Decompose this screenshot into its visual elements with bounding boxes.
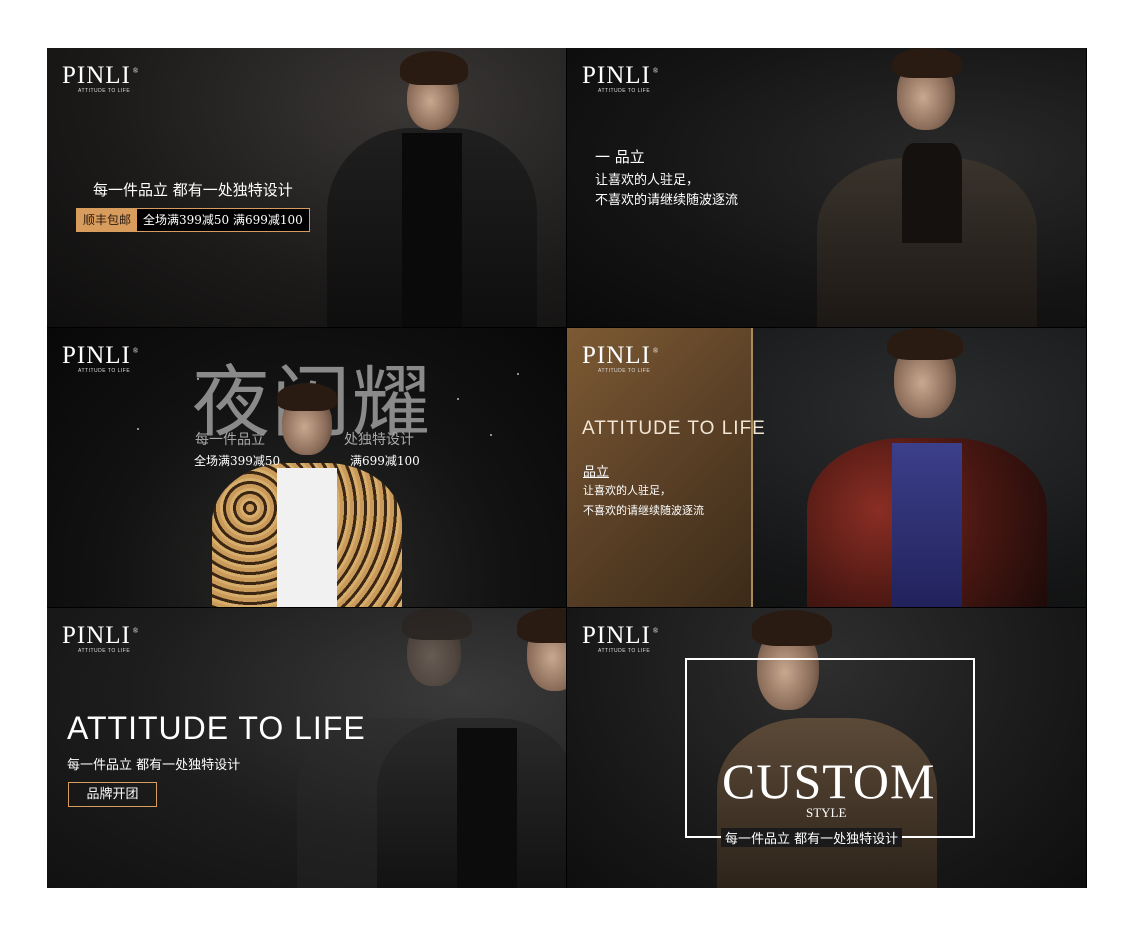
panel4-line1: 品立 bbox=[583, 465, 610, 480]
panel6-subtitle: 每一件品立 都有一处独特设计 bbox=[721, 828, 903, 847]
pinli-logo: PINLI ® ATTITUDE TO LIFE bbox=[582, 62, 659, 94]
model-figure bbox=[317, 48, 547, 327]
panel2-line3: 不喜欢的请继续随波逐流 bbox=[595, 193, 739, 208]
panel2-line2: 让喜欢的人驻足， bbox=[595, 173, 700, 188]
model-figure bbox=[807, 48, 1047, 327]
panel3-promo-left: 全场满399减50 bbox=[194, 454, 281, 468]
banner-grid: PINLI ® ATTITUDE TO LIFE 每一件品立 都有一处独特设计 顺… bbox=[47, 48, 1087, 888]
pinli-logo: PINLI ® ATTITUDE TO LIFE bbox=[62, 62, 139, 94]
promo-badge[interactable]: 顺丰包邮 全场满399减50 满699减100 bbox=[76, 208, 310, 232]
model-figure bbox=[797, 328, 1057, 607]
star-sparkle bbox=[517, 373, 519, 375]
banner-panel-6[interactable]: PINLI ® ATTITUDE TO LIFE CUSTOM STYLE 每一件… bbox=[567, 608, 1086, 888]
panel5-title: ATTITUDE TO LIFE bbox=[67, 710, 366, 746]
pinli-logo: PINLI ® ATTITUDE TO LIFE bbox=[582, 342, 659, 374]
panel4-line2: 让喜欢的人驻足， bbox=[583, 484, 671, 497]
group-buy-button[interactable]: 品牌开团 bbox=[68, 782, 157, 807]
banner-panel-3[interactable]: PINLI® ATTITUDE TO LIFE 夜闪耀 每一件品立 处独特设计 … bbox=[47, 328, 566, 607]
star-sparkle bbox=[490, 434, 492, 436]
banner-panel-2[interactable]: PINLI ® ATTITUDE TO LIFE 一 品立 让喜欢的人驻足， 不喜… bbox=[567, 48, 1086, 327]
discount-label: 全场满399减50 满699减100 bbox=[137, 209, 309, 231]
banner-panel-4[interactable]: PINLI ® ATTITUDE TO LIFE ATTITUDE TO LIFE… bbox=[567, 328, 1086, 607]
model-figure bbox=[377, 608, 566, 888]
panel2-line1: 一 品立 bbox=[595, 148, 645, 166]
banner-panel-1[interactable]: PINLI ® ATTITUDE TO LIFE 每一件品立 都有一处独特设计 顺… bbox=[47, 48, 566, 327]
star-sparkle bbox=[137, 428, 139, 430]
panel3-sub-right: 处独特设计 bbox=[344, 432, 414, 448]
panel4-line3: 不喜欢的请继续随波逐流 bbox=[583, 504, 704, 517]
pinli-logo: PINLI ® ATTITUDE TO LIFE bbox=[582, 622, 659, 654]
model-figure bbox=[207, 383, 407, 607]
panel5-subtitle: 每一件品立 都有一处独特设计 bbox=[67, 758, 241, 773]
star-sparkle bbox=[457, 398, 459, 400]
panel3-promo-right: 满699减100 bbox=[350, 454, 420, 468]
shipping-label: 顺丰包邮 bbox=[77, 209, 138, 231]
panel3-sub-left: 每一件品立 bbox=[195, 432, 265, 448]
panel4-title: ATTITUDE TO LIFE bbox=[582, 418, 766, 439]
banner-panel-5[interactable]: PINLI ® ATTITUDE TO LIFE ATTITUDE TO LIFE… bbox=[47, 608, 566, 888]
panel6-style: STYLE bbox=[806, 805, 847, 820]
panel1-headline: 每一件品立 都有一处独特设计 bbox=[93, 181, 293, 199]
pinli-logo: PINLI ® ATTITUDE TO LIFE bbox=[62, 342, 139, 374]
pinli-logo: PINLI ® ATTITUDE TO LIFE bbox=[62, 622, 139, 654]
panel6-title: CUSTOM bbox=[722, 753, 936, 809]
